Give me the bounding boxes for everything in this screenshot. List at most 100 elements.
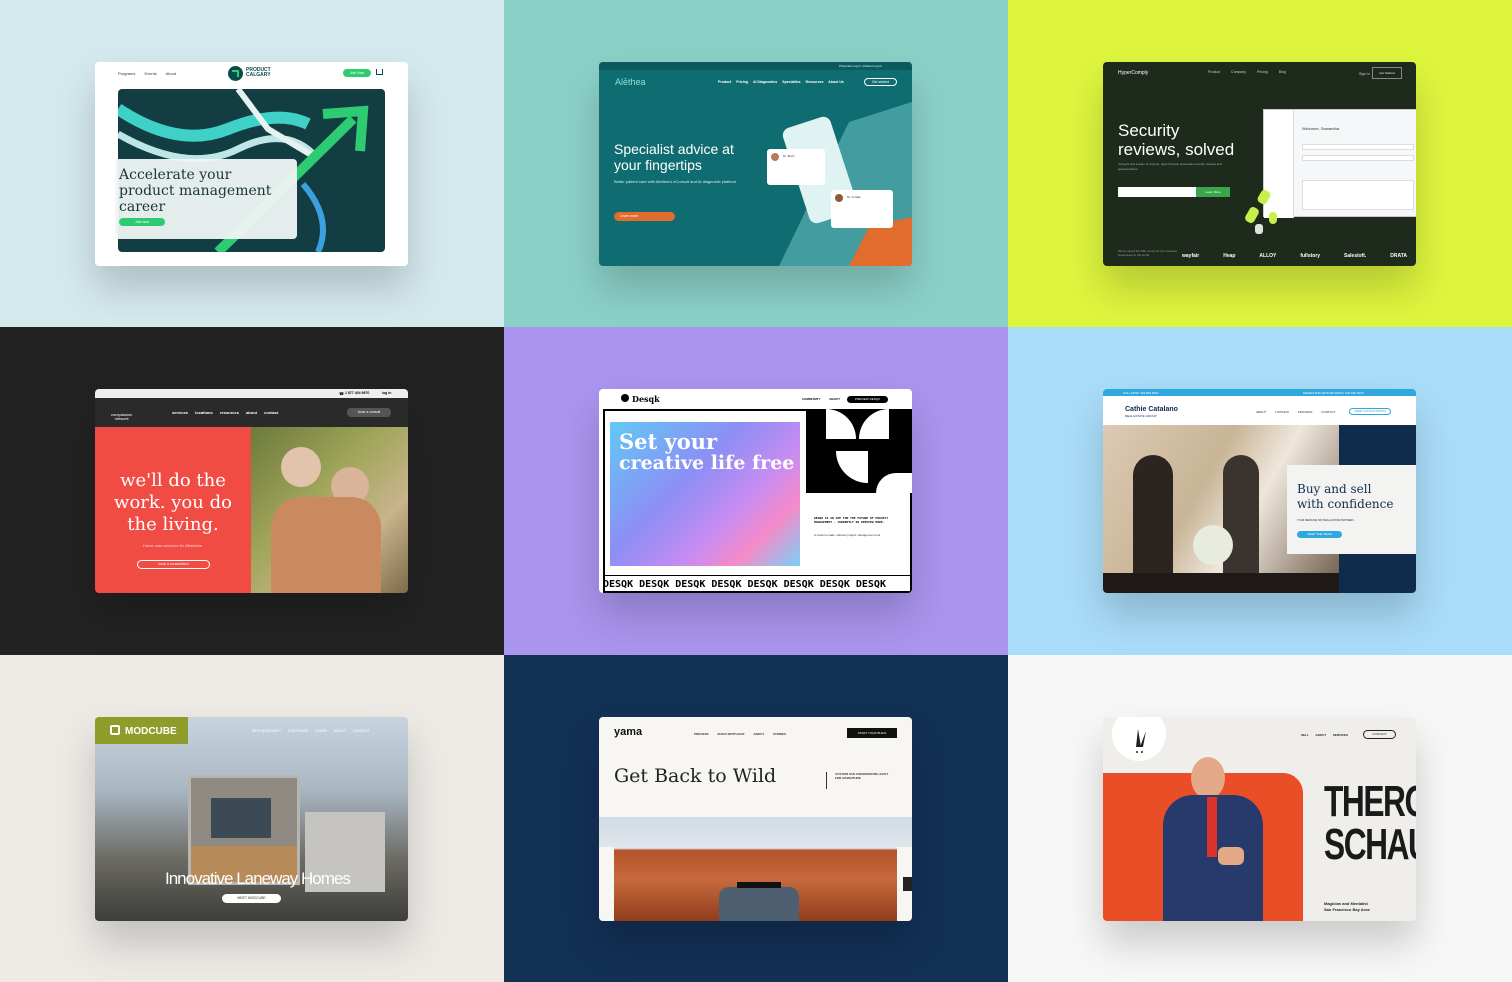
cc-subtext: YOUR MEDICINE HAT REAL ESTATE PARTNERS [1297, 519, 1354, 522]
cart-icon[interactable] [376, 69, 383, 75]
mc-nav-why[interactable]: WHY MODCUBE? [252, 729, 281, 733]
hc-nav-company[interactable]: Company [1231, 70, 1246, 74]
mc-nav-about[interactable]: ABOUT [334, 729, 346, 733]
ym-divider [826, 772, 827, 789]
cn-nav-locations[interactable]: locations [195, 410, 213, 415]
pc-join-button[interactable]: Join Now [343, 69, 371, 77]
card-compassion-network[interactable]: ☎ 1 877 404 9670 log in compassion netwo… [95, 389, 408, 593]
pc-headline-2: product management [119, 183, 272, 199]
phone-icon: ☎ [339, 391, 344, 396]
hc-signin-link[interactable]: Sign In [1359, 72, 1370, 76]
ts-nav-about[interactable]: ABOUT [1315, 733, 1326, 737]
hc-logo-fullstory: fullstory [1300, 253, 1321, 259]
cn-login[interactable]: log in [382, 391, 391, 395]
ts-nav-services[interactable]: SERVICES [1333, 733, 1348, 737]
cn-nav-contact[interactable]: contact [264, 410, 278, 415]
hc-nav-pricing[interactable]: Pricing [1257, 70, 1268, 74]
ym-headline: Get Back to Wild [614, 765, 777, 787]
cn-headline-2: work. you do [114, 492, 232, 513]
pc-nav-about[interactable]: About [166, 71, 176, 76]
cn-hero-photo [251, 427, 408, 593]
tile-cathie-catalano: CALL NOW: 403.650.6267 SEARCHING WITH BU… [1008, 327, 1512, 655]
cc-topbar-left[interactable]: CALL NOW: 403.650.6267 [1123, 391, 1159, 395]
agents-photo [1133, 455, 1173, 575]
van-roof [737, 882, 781, 888]
tile-product-calgary: Programs Events About PRODUCT CALGARY Jo… [0, 0, 504, 327]
mc-logo: MODCUBE [125, 726, 177, 737]
cn-phone[interactable]: 1 877 404 9670 [345, 391, 369, 395]
cn-nav-resources[interactable]: resources [220, 410, 239, 415]
mc-headline: Innovative Laneway Homes [165, 869, 351, 888]
mc-nav-learn[interactable]: LEARN [315, 729, 327, 733]
house-window [211, 798, 271, 838]
hc-mock-row [1302, 155, 1414, 161]
cc-nav-contact[interactable]: CONTACT [1321, 410, 1335, 414]
ym-nav-process[interactable]: PROCESS [694, 732, 709, 736]
cn-nav-about[interactable]: about [246, 410, 257, 415]
card-product-calgary[interactable]: Programs Events About PRODUCT CALGARY Jo… [95, 62, 408, 266]
card-alethea[interactable]: Physician Log In | Patient Log In Alēthe… [599, 62, 912, 266]
mc-nav-contact[interactable]: CONTACT [353, 729, 370, 733]
hands-photo [1218, 847, 1244, 865]
cn-headline: we'll do the work. you do the living. [95, 470, 251, 536]
cn-topbar: ☎ 1 877 404 9670 log in [95, 389, 408, 398]
dq-nav: COMMUNITY ABOUT [802, 397, 848, 401]
avatar [771, 153, 779, 161]
dq-nav-community[interactable]: COMMUNITY [802, 397, 821, 401]
card-yama[interactable]: yama PROCESS BUILD SPOTLIGHT ABOUT STORI… [599, 717, 912, 921]
hc-nav-product[interactable]: Product [1208, 70, 1220, 74]
card-modcube[interactable]: MODCUBE WHY MODCUBE? CUSTOMIZE LEARN ABO… [95, 717, 408, 921]
al-headline-2: your fingertips [614, 157, 702, 173]
ts-nav: SELL ABOUT SERVICES [1301, 733, 1354, 737]
hc-learn-button[interactable]: Learn More [1196, 187, 1230, 197]
card-theron-schaub[interactable]: SELL ABOUT SERVICES CONTACT THERON SCHAU… [1103, 717, 1416, 921]
pc-nav-events[interactable]: Events [144, 71, 156, 76]
ym-start-button[interactable]: START YOUR BUILD [847, 728, 897, 738]
card-hypercomply[interactable]: HyperComply Product Company Pricing Blog… [1103, 62, 1416, 266]
al-doc-card-1: Dr. Boris [767, 149, 825, 185]
pc-headline-box: Accelerate your product management caree… [115, 159, 297, 239]
dq-preview-button[interactable]: PREVIEW DESQK [847, 396, 888, 403]
hc-subtext: Using AI and a team of experts, HyperCom… [1118, 162, 1222, 171]
ym-side-tab[interactable] [903, 877, 912, 891]
pc-nav-programs[interactable]: Programs [118, 71, 135, 76]
avatar [835, 194, 843, 202]
al-headline-1: Specialist advice at [614, 141, 734, 157]
card-desqk[interactable]: Desqk COMMUNITY ABOUT PREVIEW DESQK Set … [599, 389, 912, 593]
couple-photo [281, 447, 321, 487]
hc-nav-blog[interactable]: Blog [1279, 70, 1286, 74]
pc-cta-button[interactable]: Join now [119, 218, 165, 226]
cc-nav-about[interactable]: ABOUT [1256, 410, 1266, 414]
ts-contact-button[interactable]: CONTACT [1363, 730, 1396, 739]
cc-consult-button[interactable]: FREE CONSULTATION [1349, 408, 1391, 415]
cc-meet-button[interactable]: MEET THE TEAM [1297, 531, 1342, 538]
ts-nav-sell[interactable]: SELL [1301, 733, 1309, 737]
cn-cta-button[interactable]: book a consultation [137, 560, 210, 569]
mc-meet-button[interactable]: MEET MODCUBE [222, 894, 281, 903]
cc-name: Cathie Catalano [1125, 406, 1178, 413]
dq-headline-2: creative life free [619, 452, 795, 474]
hc-mock-table [1302, 180, 1414, 210]
ym-photo-frame-left [599, 847, 614, 921]
cc-topbar-right[interactable]: SEARCHING WITH BUYERS | CATHIE TEXT [1303, 391, 1364, 395]
couple-photo [271, 497, 381, 593]
mc-nav-customize[interactable]: CUSTOMIZE [288, 729, 309, 733]
table-photo [1103, 573, 1339, 593]
dq-nav-about[interactable]: ABOUT [829, 397, 840, 401]
cn-nav: services locations resources about conta… [172, 410, 284, 415]
al-learn-button[interactable]: Learn more [614, 212, 675, 221]
ym-nav-about[interactable]: ABOUT [753, 732, 764, 736]
hc-started-button[interactable]: Get Started [1372, 67, 1402, 79]
mc-logo-block: MODCUBE [95, 717, 188, 744]
cc-nav-process[interactable]: PROCESS [1298, 410, 1313, 414]
ym-nav-stories[interactable]: STORIES [773, 732, 786, 736]
cc-topbar: CALL NOW: 403.650.6267 SEARCHING WITH BU… [1103, 389, 1416, 396]
hc-email-input[interactable] [1118, 187, 1196, 197]
dq-ticker-line [603, 575, 912, 576]
ym-nav-build[interactable]: BUILD SPOTLIGHT [718, 732, 745, 736]
card-cathie-catalano[interactable]: CALL NOW: 403.650.6267 SEARCHING WITH BU… [1103, 389, 1416, 593]
cc-nav-listings[interactable]: LISTINGS [1275, 410, 1289, 414]
cn-consult-button[interactable]: book a consult [347, 408, 391, 417]
cn-nav-services[interactable]: services [172, 410, 188, 415]
tile-compassion-network: ☎ 1 877 404 9670 log in compassion netwo… [0, 327, 504, 655]
